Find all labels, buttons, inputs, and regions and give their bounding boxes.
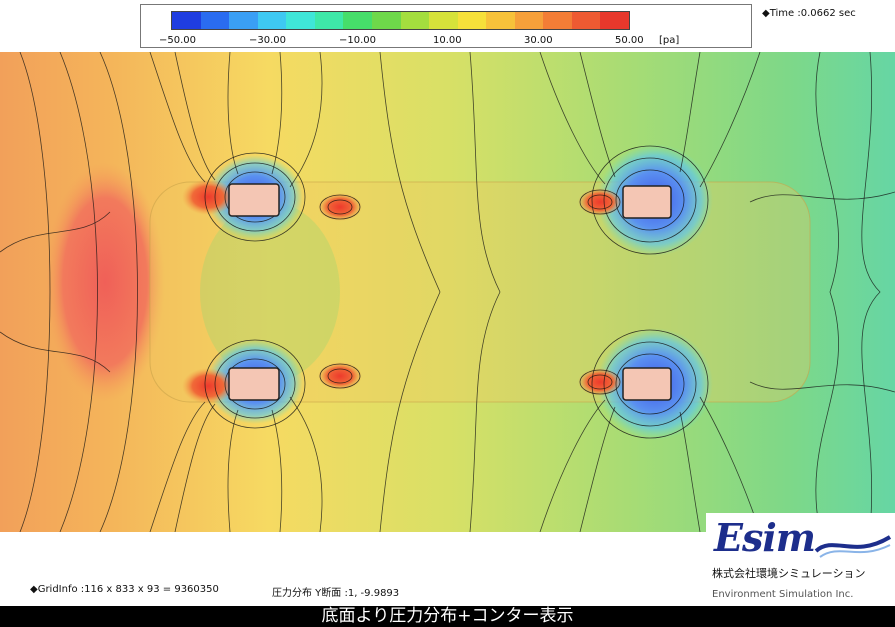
colorbar-segment [200,12,230,29]
colorbar-tick: 30.00 [524,35,553,46]
colorbar-segment [371,12,401,29]
stagnation-point [182,179,234,215]
stagnation-point [318,362,362,390]
colorbar-unit: [pa] [659,35,680,46]
colorbar-segment [457,12,487,29]
colorbar-segment [514,12,544,29]
colorbar-tick: −10.00 [339,35,377,46]
caption-text: 底面より圧力分布+コンター表示 [321,606,574,626]
wheel [622,185,672,219]
colorbar-segment [600,12,629,29]
front-pressure-zone [45,162,165,402]
logo-swoosh [814,535,892,558]
wheel [622,367,672,401]
wheel [228,183,280,217]
caption-bar: 底面より圧力分布+コンター表示 [0,606,895,627]
colorbar-segment [257,12,287,29]
pressure-contour-plot [0,52,895,532]
colorbar-tick: −30.00 [249,35,287,46]
stagnation-point [318,193,362,221]
company-logo: Esim 株式会社環境シミュレーション Environment Simulati… [706,513,895,606]
colorbar-tick: 50.00 [615,35,644,46]
colorbar-segment [486,12,515,29]
wheel [228,367,280,401]
colorbar-segment [429,12,458,29]
logo-wordmark: Esim [714,515,816,560]
legend-header: −50.00 −30.00 −10.00 10.00 30.00 50.00 [… [0,0,895,52]
logo-company-name-en: Environment Simulation Inc. [712,589,854,600]
pressure-colorbar [171,11,630,30]
stagnation-point [578,188,622,216]
colorbar-segment [543,12,572,29]
colorbar-segment [172,12,201,29]
colorbar-segment [400,12,430,29]
colorbar-panel: −50.00 −30.00 −10.00 10.00 30.00 50.00 [… [140,4,752,48]
colorbar-tick: 10.00 [433,35,462,46]
colorbar-tick: −50.00 [159,35,197,46]
grid-info: ◆GridInfo :116 x 833 x 93 = 9360350 [30,584,219,595]
colorbar-segment [343,12,372,29]
simulation-time: ◆Time :0.0662 sec [762,8,856,19]
colorbar-segment [314,12,344,29]
colorbar-segment [286,12,315,29]
stagnation-point [578,368,622,396]
logo-company-name-jp: 株式会社環境シミュレーション [712,567,866,580]
colorbar-segment [571,12,601,29]
section-info: 圧力分布 Y断面 :1, -9.9893 [272,588,400,599]
colorbar-segment [229,12,258,29]
